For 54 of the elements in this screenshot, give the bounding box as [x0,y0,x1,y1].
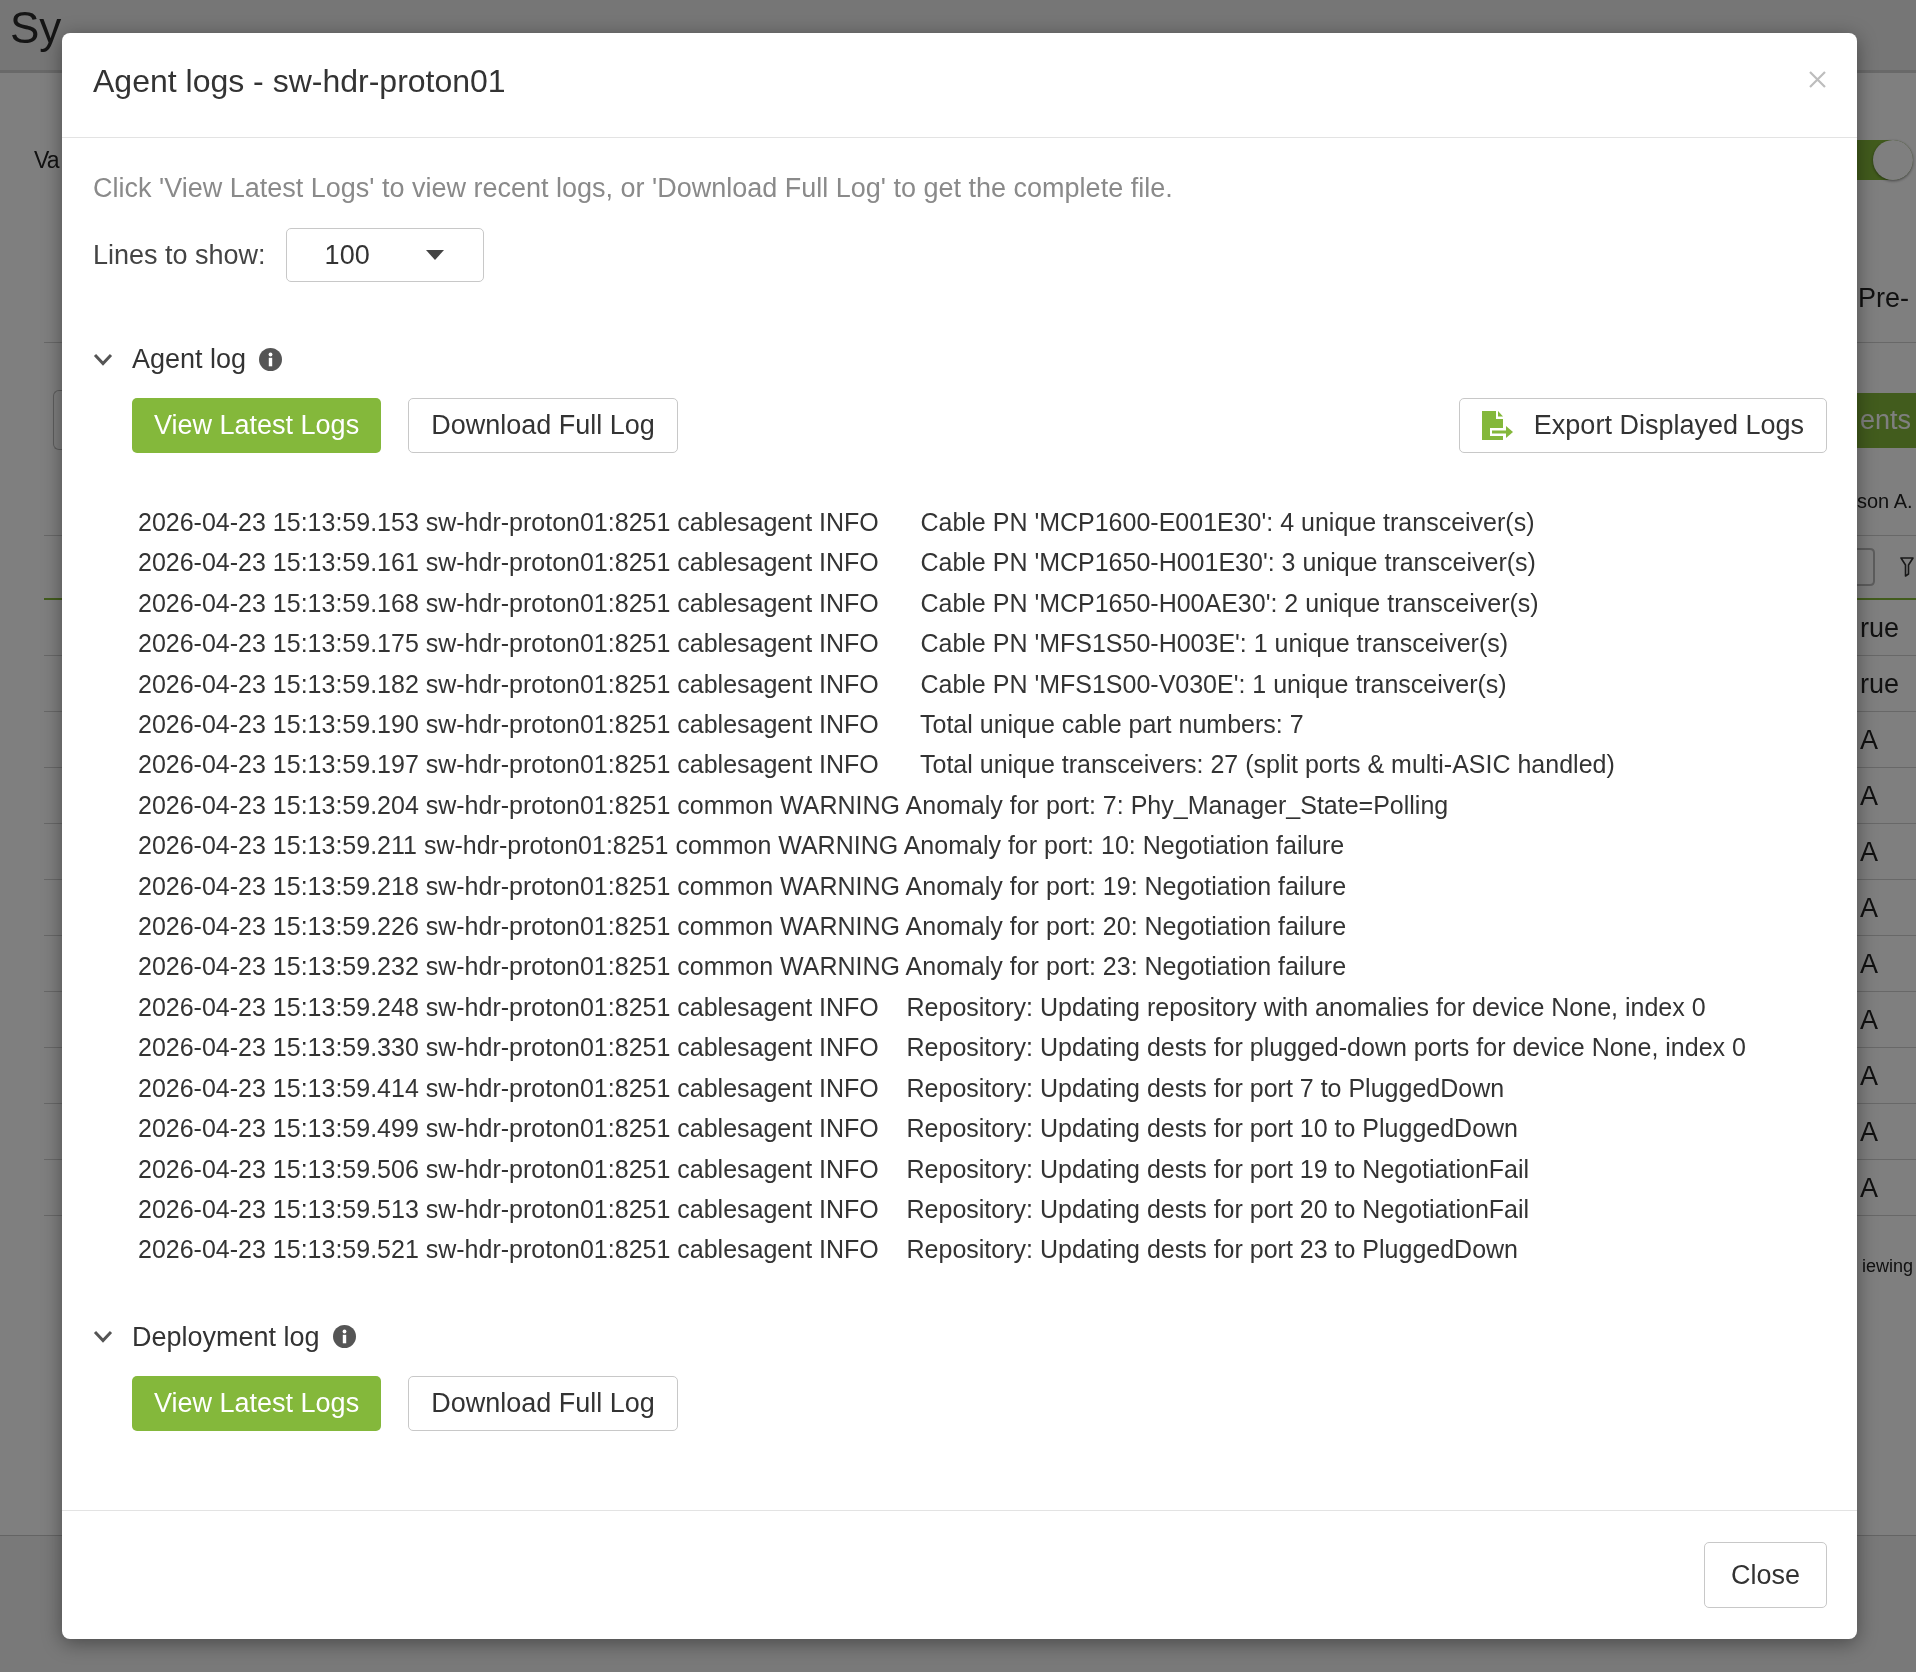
table-cell: A [1860,1004,1878,1035]
lines-select[interactable]: 100 [285,228,484,282]
close-button[interactable]: Close [1703,1542,1827,1608]
download-button[interactable]: Download Full Log [408,398,678,453]
log-line: 2026-04-23 15:13:59.226 sw-hdr-proton01:8251 common WARNING Anomaly for port: 20: Negotiation failure [138,911,1347,943]
table-cell: A [1860,724,1878,755]
field-label: Lines to show: [93,239,266,272]
table-cell: A [1860,1116,1878,1147]
log-line: 2026-04-23 15:13:59.513 sw-hdr-proton01:8251 cablesagent INFO Repository: Updating dests for port 20 to NegotiationFail [138,1193,1530,1225]
table-cell: rue [1860,668,1900,699]
log-line: 2026-04-23 15:13:59.414 sw-hdr-proton01:8251 cablesagent INFO Repository: Updating dests for port 7 to PluggedDown [138,1072,1505,1104]
log-line: 2026-04-23 15:13:59.232 sw-hdr-proton01:8251 common WARNING Anomaly for port: 23: Negotiation failure [138,951,1347,983]
log-line: 2026-04-23 15:13:59.197 sw-hdr-proton01:8251 cablesagent INFO Total unique transceivers: 27 (split ports & multi-ASIC handled) [138,749,1615,781]
log-line: 2026-04-23 15:13:59.153 sw-hdr-proton01:8251 cablesagent INFO Cable PN 'MCP1600-E001E30': 4 unique transceiver(s) [138,507,1535,538]
label-text: Va [34,146,59,175]
section-title: Agent log [132,343,247,376]
table-cell: A [1860,1060,1878,1091]
pagination-text: iewing [1862,1256,1914,1276]
log-line: 2026-04-23 15:13:59.506 sw-hdr-proton01:8251 cablesagent INFO Repository: Updating dests for port 19 to NegotiationFail [138,1153,1530,1185]
info-icon [332,1325,356,1349]
page-title: Sy [10,2,62,54]
chevron-icon[interactable] [93,352,113,366]
table-cell: A [1860,780,1878,811]
download-button[interactable]: Download Full Log [408,1375,678,1431]
log-line: 2026-04-23 15:13:59.211 sw-hdr-proton01:8251 common WARNING Anomaly for port: 10: Negotiation failure [138,830,1345,862]
table-cell: rue [1860,612,1900,643]
chevron-icon[interactable] [93,1330,113,1344]
log-line: 2026-04-23 15:13:59.521 sw-hdr-proton01:8251 cablesagent INFO Repository: Updating dests for port 23 to PluggedDown [138,1234,1519,1266]
log-line: 2026-04-23 15:13:59.168 sw-hdr-proton01:8251 cablesagent INFO Cable PN 'MCP1650-H00AE30': 2 unique transceiver(s) [138,587,1539,619]
log-line: 2026-04-23 15:13:59.499 sw-hdr-proton01:8251 cablesagent INFO Repository: Updating dests for port 10 to PluggedDown [138,1113,1519,1145]
log-line: 2026-04-23 15:13:59.175 sw-hdr-proton01:8251 cablesagent INFO Cable PN 'MFS1S50-H003E': 1 unique transceiver(s) [138,628,1509,660]
log-line: 2026-04-23 15:13:59.182 sw-hdr-proton01:8251 cablesagent INFO Cable PN 'MFS1S00-V030E': 1 unique transceiver(s) [138,668,1507,700]
log-line: 2026-04-23 15:13:59.330 sw-hdr-proton01:8251 cablesagent INFO Repository: Updating dests for plugged-down ports for device None, index 0 [138,1032,1746,1064]
label-text: Pre- [1858,282,1910,315]
column-header: son A. [1857,489,1913,514]
log-line: 2026-04-23 15:13:59.248 sw-hdr-proton01:8251 cablesagent INFO Repository: Updating repository with anomalies for device None, index 0 [138,991,1706,1023]
toggle-switch[interactable] [1857,140,1913,180]
log-line: 2026-04-23 15:13:59.204 sw-hdr-proton01:8251 common WARNING Anomaly for port: 7: Phy_Manager_State=Polling [138,789,1449,821]
instruction-text: Click 'View Latest Logs' to view recent logs, or 'Download Full Log' to get the complete file. [93,172,1173,205]
info-icon [259,347,283,371]
log-line: 2026-04-23 15:13:59.190 sw-hdr-proton01:8251 cablesagent INFO Total unique cable part numbers: 7 [138,709,1304,741]
table-cell: A [1860,948,1878,979]
dialog-title: Agent logs - sw-hdr-proton01 [93,62,506,101]
log-line: 2026-04-23 15:13:59.161 sw-hdr-proton01:8251 cablesagent INFO Cable PN 'MCP1650-H001E30': 3 unique transceiver(s) [138,547,1536,579]
section-title: Deployment log [132,1320,320,1354]
table-cell: A [1860,1172,1878,1203]
table-cell: A [1860,892,1878,923]
close-icon [1809,70,1826,88]
table-cell: A [1860,836,1878,867]
log-line: 2026-04-23 15:13:59.218 sw-hdr-proton01:8251 common WARNING Anomaly for port: 19: Negotiation failure [138,870,1347,902]
caret-icon [425,250,444,260]
filter-icon[interactable] [1900,557,1914,577]
export-button[interactable]: Export Displayed Logs [1458,398,1827,453]
file-export-icon [1481,411,1513,440]
